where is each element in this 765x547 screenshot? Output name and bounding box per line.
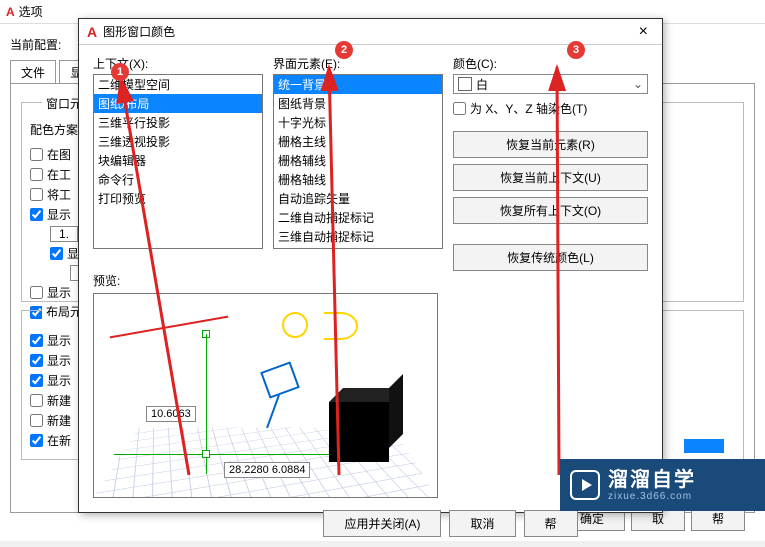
color-dropdown[interactable]: 白 ⌄ (453, 74, 648, 94)
chk-new1-box[interactable] (30, 394, 43, 407)
drawing-window-colors-dialog: A 图形窗口颜色 × 上下文(X): 二维模型空间图纸/布局三维平行投影三维透视… (78, 18, 663, 513)
chk-in-new-box[interactable] (30, 434, 43, 447)
chk-show7-box[interactable] (30, 374, 43, 387)
element-item[interactable]: 栅格辅线 (274, 151, 442, 170)
restore-context-button[interactable]: 恢复当前上下文(U) (453, 164, 648, 191)
context-item[interactable]: 三维平行投影 (94, 113, 262, 132)
context-item[interactable]: 命令行 (94, 170, 262, 189)
dialog-title: 图形窗口颜色 (103, 23, 175, 40)
chk-show5-box[interactable] (30, 334, 43, 347)
preview-handle-2 (202, 450, 210, 458)
chk-show1-box[interactable] (30, 208, 43, 221)
chk-show3-box[interactable] (30, 286, 43, 299)
chk-show7-label: 显示 (47, 372, 71, 389)
chk-show1-label: 显示 (47, 206, 71, 223)
color-label: 颜色(C): (453, 55, 648, 72)
tint-xyz-checkbox[interactable]: 为 X、Y、Z 轴染色(T) (453, 100, 648, 117)
color-value: 白 (476, 76, 488, 93)
chk-in-tool-label: 在工 (47, 166, 71, 183)
annotation-badge-1: 1 (111, 63, 129, 81)
chk-new2-label: 新建 (47, 412, 71, 429)
element-item[interactable]: 十字光标 (274, 113, 442, 132)
close-icon[interactable]: × (633, 23, 654, 41)
annotation-badge-3: 3 (567, 41, 585, 59)
element-item[interactable]: 栅格主线 (274, 132, 442, 151)
chevron-down-icon: ⌄ (629, 77, 647, 91)
context-listbox[interactable]: 二维模型空间图纸/布局三维平行投影三维透视投影块编辑器命令行打印预览 (93, 74, 263, 249)
context-item[interactable]: 打印预览 (94, 189, 262, 208)
element-item[interactable]: 三维自动捕捉标记 (274, 227, 442, 246)
chk-in-tool-box[interactable] (30, 168, 43, 181)
tint-xyz-label: 为 X、Y、Z 轴染色(T) (470, 100, 587, 117)
preview-coord-1: 10.6063 (146, 406, 196, 422)
watermark: 溜溜自学 zixue.3d66.com (560, 459, 765, 511)
element-item[interactable]: 动态标注线 (274, 246, 442, 249)
preview-axis-h (114, 454, 344, 455)
app-icon: A (87, 24, 97, 40)
element-item[interactable]: 统一背景 (274, 75, 442, 94)
preview-camera-line (266, 395, 280, 429)
preview-coord-2: 28.2280 6.0884 (224, 462, 310, 478)
chk-in-drawing-label: 在图 (47, 146, 71, 163)
watermark-url: zixue.3d66.com (608, 491, 696, 502)
element-listbox[interactable]: 统一背景图纸背景十字光标栅格主线栅格辅线栅格轴线自动追踪矢量二维自动捕捉标记三维… (273, 74, 443, 249)
watermark-brand: 溜溜自学 (608, 469, 696, 491)
preview-red-line (110, 316, 229, 339)
chk-show2-box[interactable] (50, 247, 63, 260)
color-swatch (458, 77, 472, 91)
element-label: 界面元素(E): (273, 55, 443, 72)
preview-light-cone (324, 312, 358, 340)
element-item[interactable]: 栅格轴线 (274, 170, 442, 189)
element-item[interactable]: 二维自动捕捉标记 (274, 208, 442, 227)
chk-in-new-label: 在新 (47, 432, 71, 449)
chk-show3-label: 显示 (47, 284, 71, 301)
tint-xyz-box[interactable] (453, 102, 466, 115)
apply-close-button[interactable]: 应用并关闭(A) (323, 510, 441, 537)
chk-will-tool-box[interactable] (30, 188, 43, 201)
chk-new2-box[interactable] (30, 414, 43, 427)
context-item[interactable]: 图纸/布局 (94, 94, 262, 113)
restore-legacy-button[interactable]: 恢复传统颜色(L) (453, 244, 648, 271)
context-item[interactable]: 三维透视投影 (94, 132, 262, 151)
element-item[interactable]: 图纸背景 (274, 94, 442, 113)
annotation-badge-2: 2 (335, 41, 353, 59)
tab-file[interactable]: 文件 (10, 60, 56, 84)
chk-will-tool-label: 将工 (47, 186, 71, 203)
context-item[interactable]: 块编辑器 (94, 151, 262, 170)
play-icon (570, 470, 600, 500)
preview-sun-icon (282, 312, 308, 338)
app-icon: A (6, 5, 15, 19)
cancel-button[interactable]: 取消 (449, 510, 515, 537)
restore-element-button[interactable]: 恢复当前元素(R) (453, 131, 648, 158)
restore-all-contexts-button[interactable]: 恢复所有上下文(O) (453, 197, 648, 224)
chk-show6-label: 显示 (47, 352, 71, 369)
chk-show6-box[interactable] (30, 354, 43, 367)
preview-camera (260, 361, 300, 398)
delay-input[interactable] (50, 226, 78, 242)
preview-pane: 10.6063 28.2280 6.0884 (93, 293, 438, 498)
options-title: 选项 (19, 3, 43, 20)
chk-in-drawing-box[interactable] (30, 148, 43, 161)
element-item[interactable]: 自动追踪矢量 (274, 189, 442, 208)
preview-cube (329, 402, 389, 462)
chk-show5-label: 显示 (47, 332, 71, 349)
chk-new1-label: 新建 (47, 392, 71, 409)
help-button[interactable]: 帮 (524, 510, 578, 537)
dialog-buttons: 应用并关闭(A) 取消 帮 (93, 510, 648, 537)
